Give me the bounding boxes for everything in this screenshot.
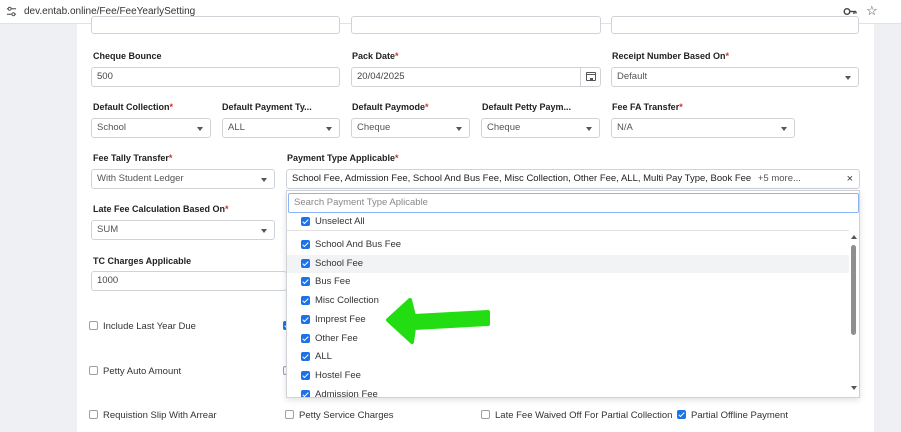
clear-icon[interactable]: × [847, 170, 853, 188]
list-item[interactable]: School Fee [287, 255, 849, 273]
chevron-down-icon [197, 127, 203, 131]
chevron-down-icon [456, 127, 462, 131]
more-count: +5 more... [757, 173, 801, 184]
list-item[interactable]: ALL [287, 348, 849, 366]
scroll-down-arrow-icon[interactable] [851, 386, 857, 390]
option-checkbox[interactable] [301, 259, 310, 268]
default-petty-paymode-label: Default Petty Paym... [482, 102, 572, 112]
payment-type-applicable-multiselect[interactable]: School Fee, Admission Fee, School And Bu… [286, 169, 860, 189]
list-item[interactable]: Other Fee [287, 330, 849, 348]
cheque-bounce-input[interactable]: 500 [91, 67, 340, 87]
unselect-all-checkbox[interactable] [301, 217, 310, 226]
option-checkbox[interactable] [301, 315, 310, 324]
selected-payment-types: School Fee, Admission Fee, School And Bu… [292, 173, 752, 184]
default-collection-select[interactable]: School [91, 118, 211, 138]
top-field-2[interactable] [351, 16, 601, 34]
green-arrow-annotation-icon [386, 298, 490, 344]
default-payment-type-select[interactable]: ALL [222, 118, 340, 138]
requisition-slip-label: Requistion Slip With Arrear [103, 410, 217, 421]
default-payment-type-label: Default Payment Ty... [222, 102, 312, 112]
tc-charges-label: TC Charges Applicable [93, 256, 192, 266]
chevron-down-icon [261, 178, 267, 182]
include-last-year-due-checkbox[interactable] [89, 321, 98, 330]
bookmark-star-icon[interactable]: ☆ [866, 3, 878, 19]
option-checkbox[interactable] [301, 334, 310, 343]
dropdown-scrollbar[interactable] [849, 235, 859, 395]
payment-type-applicable-label: Payment Type Applicable* [287, 153, 399, 163]
fee-tally-transfer-select[interactable]: With Student Ledger [91, 169, 275, 189]
scrollbar-thumb[interactable] [851, 245, 856, 335]
late-fee-waived-label: Late Fee Waived Off For Partial Collecti… [495, 410, 673, 421]
default-petty-paymode-select[interactable]: Cheque [481, 118, 600, 138]
receipt-number-select[interactable]: Default [611, 67, 859, 87]
list-item[interactable]: Imprest Fee [287, 311, 849, 329]
calendar-icon[interactable] [580, 68, 600, 86]
site-settings-icon[interactable] [6, 6, 17, 17]
chevron-down-icon [261, 229, 267, 233]
cheque-bounce-label: Cheque Bounce [93, 51, 162, 61]
unselect-all-option[interactable]: Unselect All [287, 215, 849, 231]
option-checkbox[interactable] [301, 390, 310, 397]
partial-offline-payment-checkbox[interactable] [677, 410, 686, 419]
payment-type-options-list[interactable]: Unselect All School And Bus Fee School F… [287, 215, 849, 397]
late-fee-calc-label: Late Fee Calculation Based On* [93, 204, 229, 214]
scroll-up-arrow-icon[interactable] [851, 235, 857, 239]
chevron-down-icon [845, 76, 851, 80]
default-paymode-label: Default Paymode* [352, 102, 429, 112]
fee-fa-transfer-select[interactable]: N/A [611, 118, 795, 138]
default-paymode-select[interactable]: Cheque [351, 118, 470, 138]
late-fee-waived-checkbox[interactable] [481, 410, 490, 419]
fee-tally-transfer-label: Fee Tally Transfer* [93, 153, 173, 163]
option-checkbox[interactable] [301, 277, 310, 286]
fee-fa-transfer-label: Fee FA Transfer* [612, 102, 683, 112]
list-item[interactable]: Admission Fee [287, 386, 849, 397]
option-checkbox[interactable] [301, 352, 310, 361]
include-last-year-due-label: Include Last Year Due [103, 321, 196, 332]
late-fee-calc-select[interactable]: SUM [91, 220, 275, 240]
receipt-number-label: Receipt Number Based On* [612, 51, 730, 61]
default-collection-label: Default Collection* [93, 102, 174, 112]
pack-date-input[interactable]: 20/04/2025 [351, 67, 601, 87]
list-item[interactable]: Misc Collection [287, 292, 849, 310]
requisition-slip-checkbox[interactable] [89, 410, 98, 419]
pack-date-label: Pack Date* [352, 51, 399, 61]
partial-offline-payment-label: Partial Offline Payment [691, 410, 788, 421]
option-checkbox[interactable] [301, 240, 310, 249]
petty-service-charges-label: Petty Service Charges [299, 410, 394, 421]
chevron-down-icon [326, 127, 332, 131]
option-checkbox[interactable] [301, 371, 310, 380]
top-field-1[interactable] [91, 16, 340, 34]
payment-type-search-input[interactable]: Search Payment Type Aplicable [288, 193, 859, 213]
list-item[interactable]: Hostel Fee [287, 367, 849, 385]
petty-auto-amount-checkbox[interactable] [89, 366, 98, 375]
top-field-3[interactable] [611, 16, 859, 34]
petty-auto-amount-label: Petty Auto Amount [103, 366, 182, 377]
tc-charges-input[interactable]: 1000 [91, 271, 287, 291]
list-item[interactable]: School And Bus Fee [287, 236, 849, 254]
list-item[interactable]: Bus Fee [287, 273, 849, 291]
payment-type-dropdown: Search Payment Type Aplicable Unselect A… [286, 190, 860, 398]
chevron-down-icon [586, 127, 592, 131]
chevron-down-icon [781, 127, 787, 131]
petty-service-charges-checkbox[interactable] [285, 410, 294, 419]
option-checkbox[interactable] [301, 296, 310, 305]
